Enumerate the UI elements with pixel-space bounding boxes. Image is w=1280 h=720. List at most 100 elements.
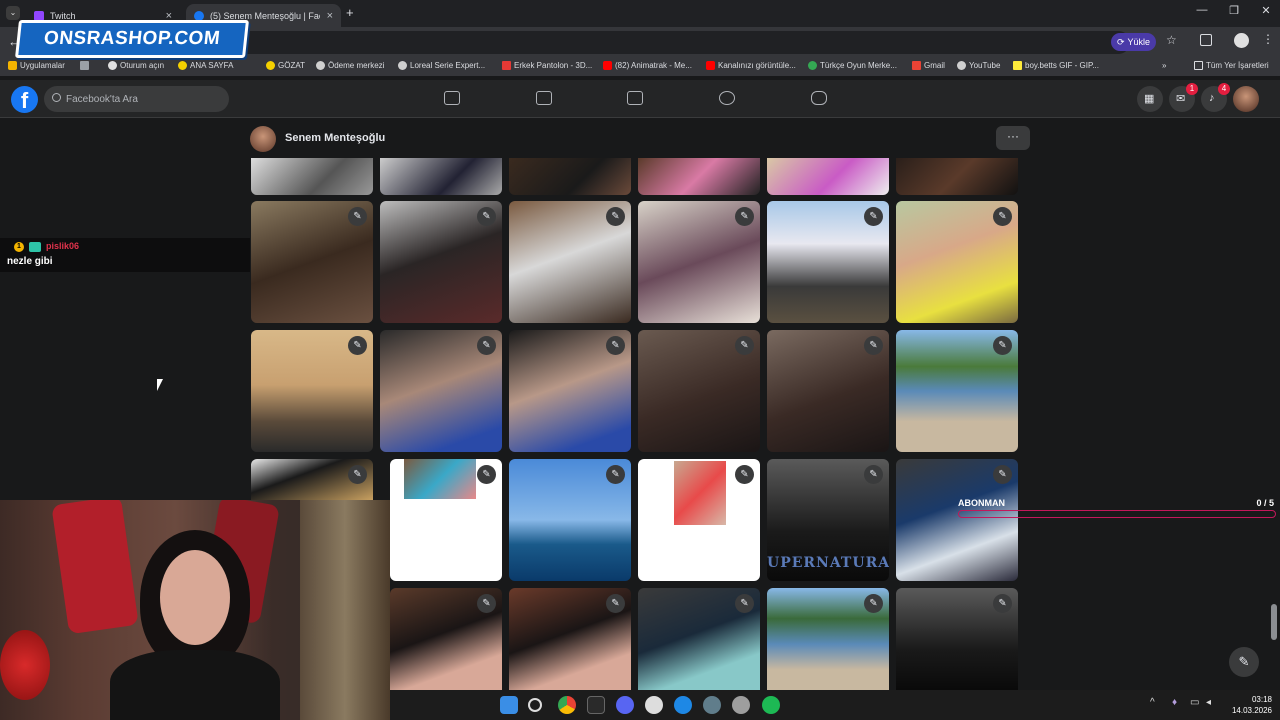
edit-photo-icon[interactable]: ✎ [348, 207, 367, 226]
bookmark-item[interactable]: (82) Animatrak - Me... [603, 61, 692, 70]
photo-thumbnail[interactable]: ✎ [509, 201, 631, 323]
edit-photo-icon[interactable]: ✎ [993, 207, 1012, 226]
photo-thumbnail[interactable]: ✎ [638, 330, 760, 452]
photo-thumbnail[interactable] [767, 158, 889, 195]
edit-photo-icon[interactable]: ✎ [993, 336, 1012, 355]
photo-thumbnail[interactable]: ✎ [896, 330, 1018, 452]
edit-photo-icon[interactable]: ✎ [864, 465, 883, 484]
edit-photo-icon[interactable]: ✎ [606, 336, 625, 355]
photo-thumbnail[interactable]: ✎ [896, 201, 1018, 323]
photo-thumbnail[interactable]: ✎ [767, 330, 889, 452]
bookmark-item[interactable]: YouTube [957, 61, 1000, 70]
app-icon[interactable] [732, 696, 750, 714]
bookmarks-overflow-icon[interactable]: » [1162, 61, 1166, 70]
home-icon[interactable] [444, 91, 460, 105]
scrollbar-thumb[interactable] [1271, 604, 1277, 640]
system-clock[interactable]: 03:18 14.03.2026 [1232, 694, 1272, 716]
extensions-icon[interactable] [1200, 34, 1212, 46]
search-input[interactable]: Facebook'ta Ara [44, 86, 229, 112]
update-button[interactable]: ⟳ Yükle [1111, 33, 1157, 51]
edit-photo-icon[interactable]: ✎ [606, 207, 625, 226]
settings-icon[interactable] [645, 696, 663, 714]
search-icon[interactable] [528, 698, 542, 712]
all-bookmarks[interactable]: Tüm Yer İşaretleri [1194, 61, 1269, 70]
restore-button[interactable]: ❐ [1218, 4, 1250, 17]
bookmark-apps[interactable]: Uygulamalar [8, 61, 65, 70]
photo-thumbnail[interactable] [251, 158, 373, 195]
discord-icon[interactable] [616, 696, 634, 714]
edit-photo-icon[interactable]: ✎ [348, 336, 367, 355]
epic-games-icon[interactable] [587, 696, 605, 714]
microphone-icon[interactable]: ♦ [1172, 697, 1177, 708]
tab-list-button[interactable]: ⌄ [6, 6, 20, 20]
edit-photo-icon[interactable]: ✎ [348, 465, 367, 484]
marketplace-icon[interactable] [627, 91, 643, 105]
notifications-button[interactable]: ♪ 4 [1201, 83, 1230, 112]
menu-icon[interactable]: ⋮ [1262, 32, 1274, 46]
photo-thumbnail[interactable] [380, 158, 502, 195]
edit-photo-icon[interactable]: ✎ [477, 207, 496, 226]
edit-photo-icon[interactable]: ✎ [735, 336, 754, 355]
edit-photo-icon[interactable]: ✎ [606, 465, 625, 484]
account-avatar[interactable] [1233, 86, 1259, 112]
photo-thumbnail[interactable]: ✎ [509, 588, 631, 690]
photo-thumbnail[interactable]: ✎ [251, 201, 373, 323]
edit-photo-icon[interactable]: ✎ [993, 594, 1012, 613]
edit-photo-icon[interactable]: ✎ [864, 207, 883, 226]
bookmark-item[interactable]: ANA SAYFA [178, 61, 233, 70]
photo-thumbnail[interactable]: ✎ [896, 459, 1018, 581]
edit-photo-icon[interactable]: ✎ [993, 465, 1012, 484]
network-icon[interactable]: ▭ [1190, 697, 1199, 708]
photo-thumbnail[interactable] [638, 158, 760, 195]
profile-avatar[interactable] [1234, 33, 1249, 48]
photo-thumbnail[interactable]: ✎ [251, 330, 373, 452]
photo-thumbnail[interactable]: ✎ [390, 459, 502, 581]
bookmark-star-icon[interactable]: ☆ [1166, 33, 1177, 47]
bookmark-item[interactable]: Loreal Serie Expert... [398, 61, 485, 70]
photo-thumbnail[interactable]: ✎ [896, 588, 1018, 690]
photo-thumbnail[interactable]: ✎ [380, 330, 502, 452]
bookmark-item[interactable]: Ödeme merkezi [316, 61, 384, 70]
edit-photo-icon[interactable]: ✎ [735, 207, 754, 226]
photo-thumbnail[interactable]: ✎ [638, 459, 760, 581]
photo-thumbnail[interactable]: ✎ [509, 330, 631, 452]
photo-thumbnail[interactable]: ✎ [638, 201, 760, 323]
photo-thumbnail[interactable]: ✎ [390, 588, 502, 690]
edit-photo-icon[interactable]: ✎ [864, 594, 883, 613]
chrome-icon[interactable] [558, 696, 576, 714]
photo-thumbnail[interactable]: ✎ [251, 459, 373, 500]
photo-thumbnail[interactable]: ✎ [767, 201, 889, 323]
bookmark-item[interactable]: Kanalınızı görüntüle... [706, 61, 796, 70]
groups-icon[interactable] [719, 91, 735, 105]
gaming-icon[interactable] [811, 91, 827, 105]
start-icon[interactable] [500, 696, 518, 714]
bookmark-item[interactable]: Gmail [912, 61, 945, 70]
photo-thumbnail[interactable]: ✎ [638, 588, 760, 690]
minimize-button[interactable]: — [1186, 4, 1218, 16]
edit-photo-icon[interactable]: ✎ [606, 594, 625, 613]
photo-thumbnail[interactable] [509, 158, 631, 195]
bookmark-item[interactable]: Oturum açın [108, 61, 164, 70]
facebook-logo[interactable]: f [11, 86, 38, 113]
bookmark-item[interactable]: Türkçe Oyun Merke... [808, 61, 897, 70]
profile-name[interactable]: Senem Menteşoğlu [285, 132, 385, 144]
volume-icon[interactable]: ◂ [1206, 697, 1211, 708]
edit-photo-icon[interactable]: ✎ [735, 465, 754, 484]
bookmark-item[interactable]: boy.betts GIF - GIP... [1013, 61, 1099, 70]
avatar[interactable] [250, 126, 276, 152]
new-message-button[interactable]: ✎ [1229, 647, 1259, 677]
bookmark-item[interactable]: GÖZAT [266, 61, 305, 70]
edit-photo-icon[interactable]: ✎ [864, 336, 883, 355]
photo-thumbnail[interactable]: UPERNATURA ✎ [767, 459, 889, 581]
edit-photo-icon[interactable]: ✎ [477, 594, 496, 613]
spotify-icon[interactable] [762, 696, 780, 714]
new-tab-button[interactable]: + [346, 5, 354, 20]
photo-thumbnail[interactable]: ✎ [380, 201, 502, 323]
photo-thumbnail[interactable]: ✎ [767, 588, 889, 690]
edit-photo-icon[interactable]: ✎ [477, 465, 496, 484]
bookmark-item[interactable]: Erkek Pantolon - 3D... [502, 61, 592, 70]
menu-grid-button[interactable]: ▦ [1137, 86, 1163, 112]
more-options-button[interactable]: ··· [996, 126, 1030, 150]
logitech-icon[interactable] [674, 696, 692, 714]
edit-photo-icon[interactable]: ✎ [735, 594, 754, 613]
